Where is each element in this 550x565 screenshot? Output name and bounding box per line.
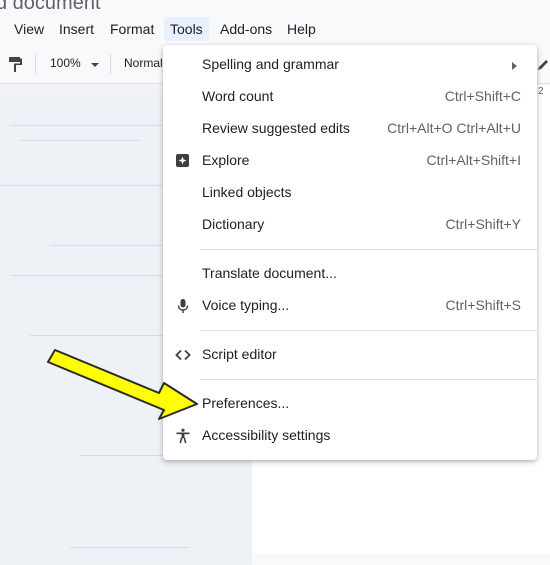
menu-item-linked-objects[interactable]: Linked objects: [163, 178, 537, 208]
menu-insert[interactable]: Insert: [53, 17, 100, 41]
menu-add-ons[interactable]: Add-ons: [214, 17, 278, 41]
explore-icon: [176, 154, 189, 167]
faded-text-line: [70, 547, 190, 548]
menu-item-label: Translate document...: [202, 265, 337, 281]
accessibility-icon: [176, 428, 190, 444]
menu-item-label: Spelling and grammar: [202, 56, 339, 72]
faded-text-line: [20, 140, 140, 141]
menu-item-spelling-and-grammar[interactable]: Spelling and grammar: [163, 50, 537, 80]
menu-item-label: Voice typing...: [202, 297, 290, 313]
menu-tools[interactable]: Tools: [164, 17, 209, 41]
menu-help[interactable]: Help: [281, 17, 322, 41]
yellow-arrow-annotation: [47, 349, 198, 420]
paint-format-icon[interactable]: [9, 57, 22, 72]
menu-item-label: Accessibility settings: [202, 427, 331, 443]
submenu-arrow-icon: [512, 62, 517, 70]
menu-divider: [200, 330, 537, 331]
paragraph-style-select[interactable]: Normal: [124, 56, 163, 70]
menu-item-shortcut: Ctrl+Alt+Shift+I: [426, 152, 521, 168]
chevron-down-icon[interactable]: [91, 63, 99, 67]
menu-item-shortcut: Ctrl+Shift+S: [445, 297, 521, 313]
faded-text-line: [30, 335, 170, 336]
menu-divider: [200, 379, 537, 380]
zoom-select[interactable]: 100%: [50, 56, 81, 70]
menu-item-script-editor[interactable]: Script editor: [163, 340, 537, 370]
ruler-number: 2: [538, 86, 544, 97]
menu-item-review-suggested-edits[interactable]: Review suggested edits Ctrl+Alt+O Ctrl+A…: [163, 114, 537, 144]
menu-item-label: Word count: [202, 88, 274, 104]
menu-divider: [200, 249, 537, 250]
menu-item-label: Review suggested edits: [202, 120, 350, 136]
menu-item-preferences[interactable]: Preferences...: [163, 389, 537, 419]
tools-menu: Spelling and grammar Word count Ctrl+Shi…: [163, 45, 537, 460]
menu-item-word-count[interactable]: Word count Ctrl+Shift+C: [163, 82, 537, 112]
toolbar-divider: [110, 54, 111, 74]
menu-item-explore[interactable]: Explore Ctrl+Alt+Shift+I: [163, 146, 537, 176]
pencil-icon[interactable]: [536, 58, 550, 72]
menu-view[interactable]: View: [8, 17, 50, 41]
menu-item-shortcut: Ctrl+Shift+C: [444, 88, 521, 104]
menu-item-shortcut: Ctrl+Shift+Y: [445, 216, 521, 232]
menu-format[interactable]: Format: [104, 17, 160, 41]
toolbar-divider: [35, 54, 36, 74]
menu-item-label: Explore: [202, 152, 250, 168]
microphone-icon: [177, 299, 189, 313]
document-title[interactable]: d document: [0, 0, 101, 15]
menu-item-label: Preferences...: [202, 395, 290, 411]
menu-item-voice-typing[interactable]: Voice typing... Ctrl+Shift+S: [163, 291, 537, 321]
faded-text-line: [10, 125, 170, 126]
menu-bar: View Insert Format Tools Add-ons Help: [0, 17, 550, 41]
menu-item-shortcut: Ctrl+Alt+O Ctrl+Alt+U: [387, 120, 521, 136]
menu-item-label: Script editor: [202, 346, 277, 362]
menu-item-accessibility-settings[interactable]: Accessibility settings: [163, 421, 537, 451]
menu-item-label: Linked objects: [202, 184, 292, 200]
menu-item-translate-document[interactable]: Translate document...: [163, 259, 537, 289]
menu-item-dictionary[interactable]: Dictionary Ctrl+Shift+Y: [163, 210, 537, 240]
menu-item-label: Dictionary: [202, 216, 265, 232]
